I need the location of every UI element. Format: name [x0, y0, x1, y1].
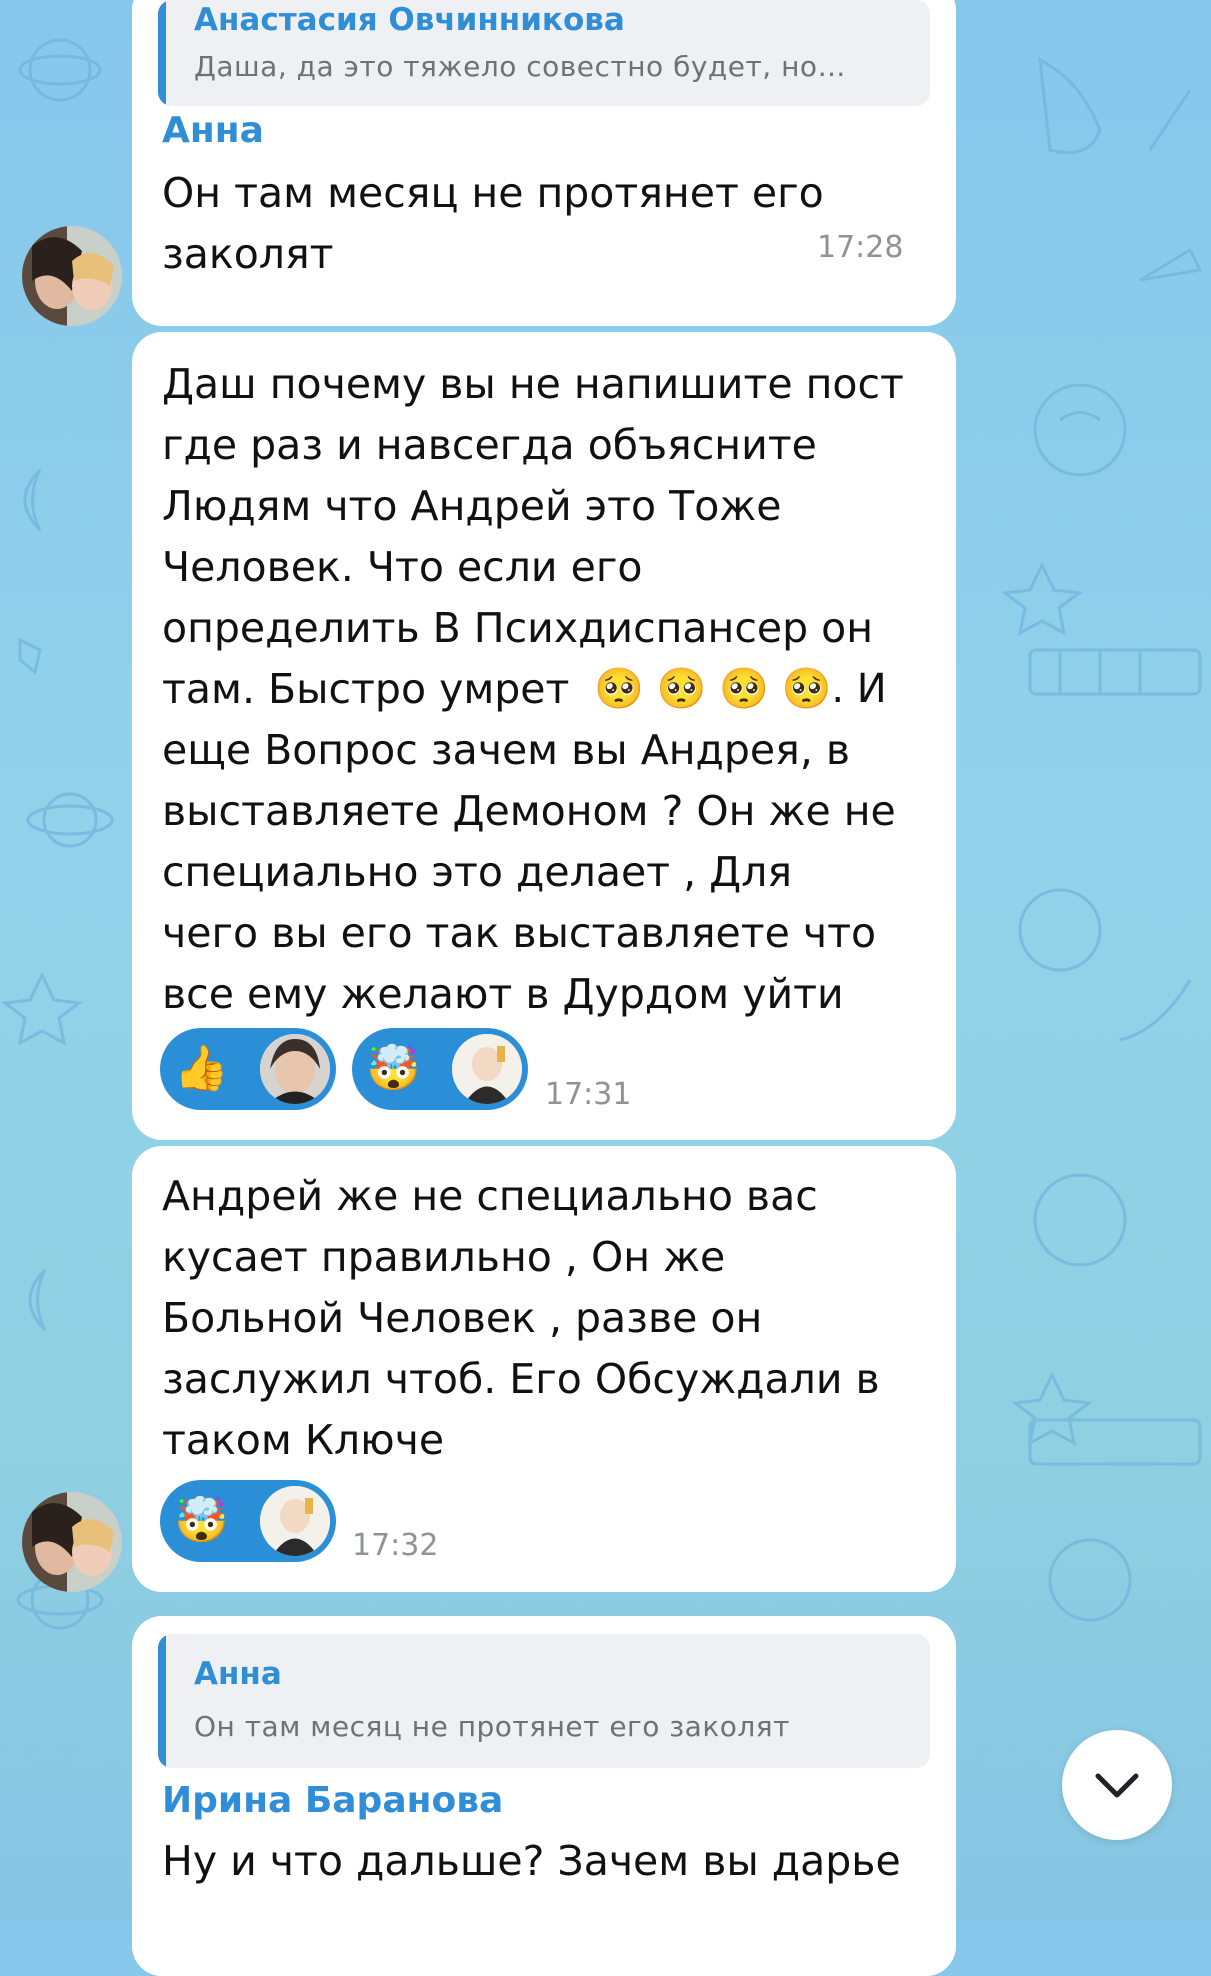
reply-quote[interactable]: Анастасия Овчинникова Даша, да это тяжел… — [158, 0, 930, 106]
reaction-exploding-head[interactable]: 🤯 — [160, 1480, 336, 1562]
reactor-avatar — [452, 1034, 522, 1104]
reply-author: Анастасия Овчинникова — [194, 2, 625, 38]
reactor-avatar — [260, 1034, 330, 1104]
reaction-exploding-head[interactable]: 🤯 — [352, 1028, 528, 1110]
message-text: Он там месяц не протянет его заколят — [162, 169, 824, 278]
message-time: 17:31 — [545, 1077, 632, 1112]
reply-quote[interactable]: Анна Он там месяц не протянет его заколя… — [158, 1634, 930, 1768]
reply-quote-bar — [158, 1634, 166, 1768]
exploding-head-icon: 🤯 — [174, 1495, 229, 1546]
sender-name[interactable]: Анна — [162, 110, 264, 151]
scroll-to-bottom-button[interactable] — [1062, 1730, 1172, 1840]
reply-text: Даша, да это тяжело совестно будет, но… — [194, 50, 847, 83]
avatar[interactable] — [22, 226, 122, 326]
reply-quote-bar — [158, 0, 166, 106]
message-bubble[interactable]: Андрей же не специально вас кусает прави… — [132, 1146, 956, 1592]
reply-text: Он там месяц не протянет его заколят — [194, 1710, 790, 1743]
reaction-thumbs-up[interactable]: 👍 — [160, 1028, 336, 1110]
reply-author: Анна — [194, 1656, 282, 1692]
chevron-down-icon — [1095, 1773, 1139, 1798]
avatar[interactable] — [22, 1492, 122, 1592]
message-bubble[interactable]: Анна Он там месяц не протянет его заколя… — [132, 1616, 956, 1976]
message-text: Ну и что дальше? Зачем вы дарье — [162, 1837, 901, 1885]
exploding-head-icon: 🤯 — [366, 1043, 421, 1094]
message-bubble[interactable]: Анастасия Овчинникова Даша, да это тяжел… — [132, 0, 956, 326]
message-text: еще Вопрос зачем вы Андрея, в выставляет… — [162, 726, 896, 1018]
message-time: 17:28 — [817, 230, 904, 265]
sender-name[interactable]: Ирина Баранова — [162, 1780, 503, 1821]
reactor-avatar — [260, 1486, 330, 1556]
message-text-emoji-line: 🥺 🥺 🥺 🥺. И — [594, 666, 887, 712]
message-time: 17:32 — [352, 1528, 439, 1563]
thumbs-up-icon: 👍 — [174, 1043, 229, 1094]
message-text: Андрей же не специально вас кусает прави… — [162, 1172, 880, 1464]
message-bubble[interactable]: Даш почему вы не напишите пост где раз и… — [132, 332, 956, 1140]
